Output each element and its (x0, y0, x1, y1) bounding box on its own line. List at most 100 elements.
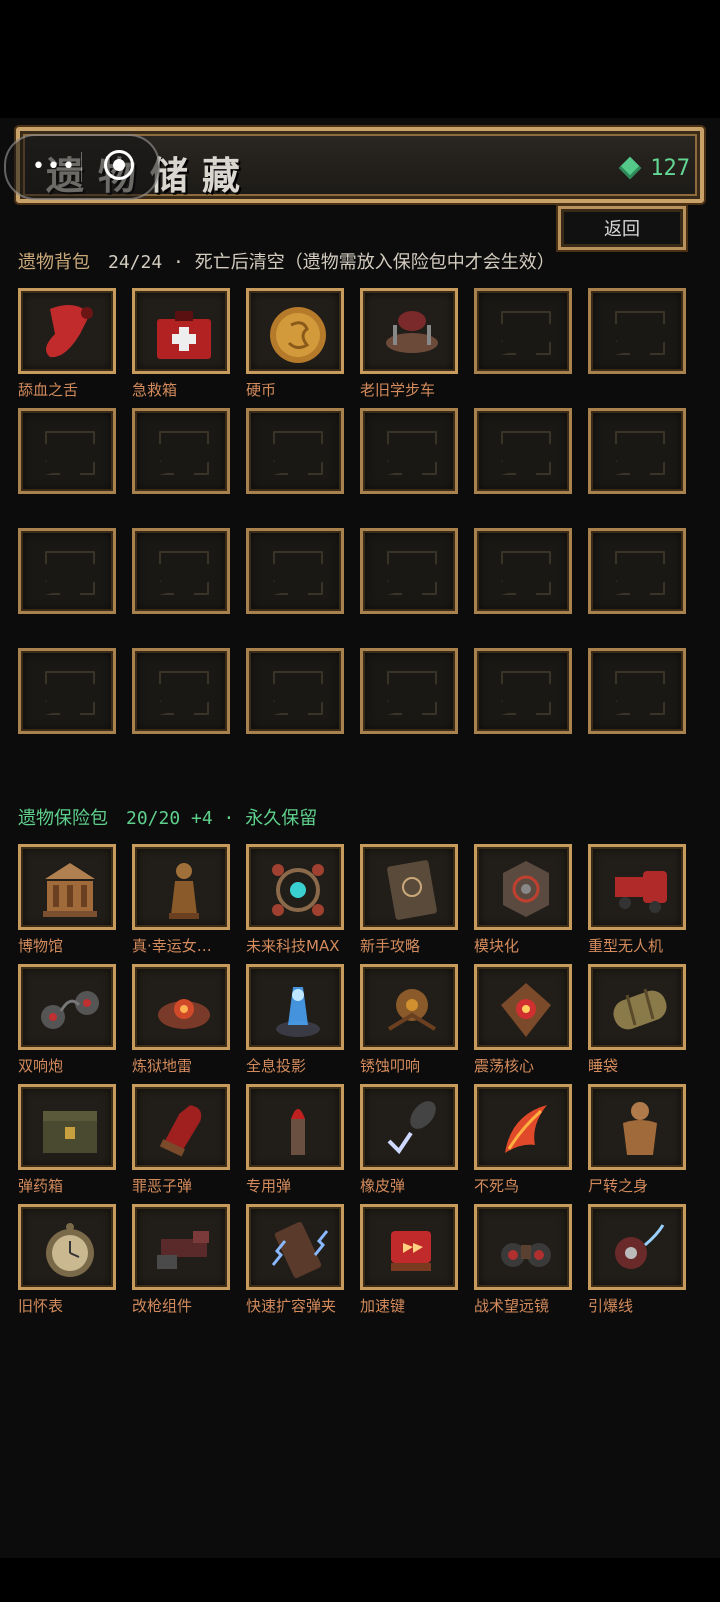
vault-item-slot[interactable] (132, 844, 230, 930)
vault-item-slot[interactable] (18, 1204, 116, 1290)
backpack-item-slot[interactable] (360, 288, 458, 374)
vault-item-slot[interactable] (474, 964, 572, 1050)
backpack-info: 24/24 · 死亡后清空（遗物需放入保险包中才会生效） (108, 252, 555, 273)
shock-core-icon (501, 983, 551, 1037)
vault-item-label: 尸转之身 (588, 1177, 649, 1195)
more-icon[interactable]: ••• (32, 154, 77, 179)
close-circle-icon[interactable] (104, 150, 134, 180)
backpack-cell (474, 528, 572, 648)
drone-icon (615, 871, 667, 913)
vault-item-slot[interactable] (132, 964, 230, 1050)
empty-slot-marker (387, 551, 437, 595)
backpack-empty-slot[interactable] (474, 288, 572, 374)
vault-cell: 加速键 (360, 1204, 458, 1324)
backpack-empty-slot[interactable] (18, 408, 116, 494)
vault-cell: 战术望远镜 (474, 1204, 572, 1324)
vault-item-slot[interactable] (246, 1084, 344, 1170)
backpack-empty-slot[interactable] (588, 528, 686, 614)
currency-display: 127 (618, 150, 690, 186)
vault-item-slot[interactable] (588, 1204, 686, 1290)
phoenix-feather-icon (505, 1105, 547, 1153)
ammo-box-icon (43, 1111, 97, 1153)
vault-item-slot[interactable] (18, 844, 116, 930)
backpack-cell (246, 648, 344, 768)
backpack-item-label: 急救箱 (132, 381, 178, 399)
vault-item-label: 未来科技MAX (246, 937, 340, 955)
backpack-empty-slot[interactable] (18, 528, 116, 614)
backpack-empty-slot[interactable] (360, 528, 458, 614)
backpack-empty-slot[interactable] (132, 528, 230, 614)
vault-item-slot[interactable] (18, 964, 116, 1050)
backpack-cell: 老旧学步车 (360, 288, 458, 408)
statue-icon (169, 863, 199, 919)
empty-slot-marker (501, 431, 551, 475)
backpack-cell (246, 408, 344, 528)
vault-item-slot[interactable] (18, 1084, 116, 1170)
vault-cell: 重型无人机 (588, 844, 686, 964)
vault-item-label: 引爆线 (588, 1297, 634, 1315)
backpack-item-label: 舔血之舌 (18, 381, 79, 399)
vault-item-label: 改枪组件 (132, 1297, 193, 1315)
vault-item-slot[interactable] (360, 1084, 458, 1170)
backpack-empty-slot[interactable] (360, 408, 458, 494)
binoculars-icon (501, 1243, 551, 1267)
back-button[interactable]: 返回 (558, 206, 686, 250)
backpack-header: 遗物背包 24/24 · 死亡后清空（遗物需放入保险包中才会生效） (18, 248, 555, 274)
corpse-body-icon (623, 1102, 657, 1155)
empty-slot-marker (501, 311, 551, 355)
vault-cell: 橡皮弹 (360, 1084, 458, 1204)
backpack-empty-slot[interactable] (588, 408, 686, 494)
vault-item-label: 睡袋 (588, 1057, 619, 1075)
empty-slot-marker (501, 671, 551, 715)
backpack-empty-slot[interactable] (474, 648, 572, 734)
backpack-empty-slot[interactable] (588, 288, 686, 374)
backpack-cell (18, 528, 116, 648)
vault-item-slot[interactable] (246, 964, 344, 1050)
backpack-empty-slot[interactable] (474, 528, 572, 614)
vault-item-slot[interactable] (588, 844, 686, 930)
vault-item-label: 新手攻略 (360, 937, 421, 955)
backpack-cell (246, 528, 344, 648)
gem-icon (618, 156, 642, 180)
vault-item-label: 锈蚀叩响 (360, 1057, 421, 1075)
backpack-empty-slot[interactable] (246, 648, 344, 734)
vault-cell: 引爆线 (588, 1204, 686, 1324)
vault-item-slot[interactable] (246, 844, 344, 930)
mini-program-capsule[interactable]: ••• (4, 134, 160, 200)
vault-item-slot[interactable] (474, 1084, 572, 1170)
museum-icon (43, 863, 97, 917)
vault-item-slot[interactable] (474, 1204, 572, 1290)
vault-item-slot[interactable] (360, 1204, 458, 1290)
backpack-item-slot[interactable] (18, 288, 116, 374)
vault-item-slot[interactable] (588, 964, 686, 1050)
vault-item-slot[interactable] (132, 1084, 230, 1170)
navigation-bar-area (0, 1558, 720, 1602)
backpack-item-label: 硬币 (246, 381, 277, 399)
backpack-empty-slot[interactable] (246, 528, 344, 614)
vault-cell: 弹药箱 (18, 1084, 116, 1204)
vault-item-slot[interactable] (246, 1204, 344, 1290)
vault-cell: 尸转之身 (588, 1084, 686, 1204)
backpack-empty-slot[interactable] (132, 408, 230, 494)
vault-item-slot[interactable] (132, 1204, 230, 1290)
vault-item-slot[interactable] (360, 844, 458, 930)
empty-slot-marker (501, 551, 551, 595)
vault-cell: 不死鸟 (474, 1084, 572, 1204)
backpack-empty-slot[interactable] (588, 648, 686, 734)
vault-item-slot[interactable] (588, 1084, 686, 1170)
backpack-item-slot[interactable] (246, 288, 344, 374)
vault-item-slot[interactable] (474, 844, 572, 930)
backpack-empty-slot[interactable] (132, 648, 230, 734)
backpack-item-slot[interactable] (132, 288, 230, 374)
backpack-empty-slot[interactable] (246, 408, 344, 494)
backpack-empty-slot[interactable] (474, 408, 572, 494)
backpack-empty-slot[interactable] (18, 648, 116, 734)
backpack-title: 遗物背包 (18, 252, 90, 273)
backpack-item-label: 老旧学步车 (360, 381, 436, 399)
vault-item-slot[interactable] (360, 964, 458, 1050)
vault-header: 遗物保险包 20/20 +4 · 永久保留 (18, 804, 317, 830)
bullet-icon (291, 1109, 305, 1155)
capsule-divider (81, 152, 82, 182)
empty-slot-marker (159, 671, 209, 715)
backpack-empty-slot[interactable] (360, 648, 458, 734)
